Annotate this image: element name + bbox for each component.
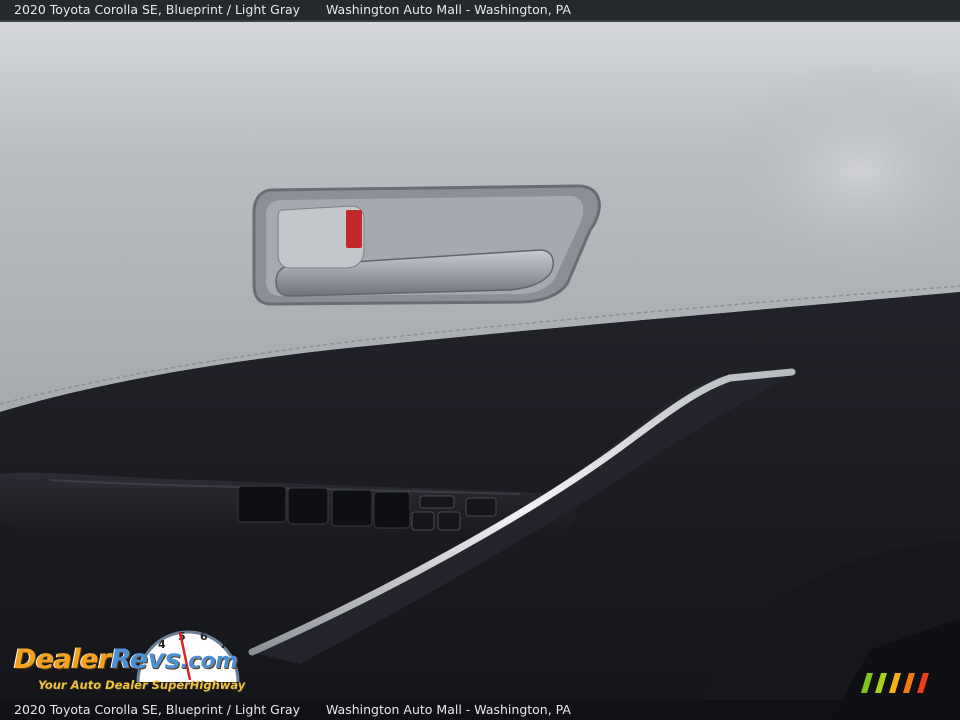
door-panel-photo	[0, 0, 960, 720]
dealer-caption: Washington Auto Mall - Washington, PA	[326, 702, 571, 717]
logo-word-dealer: Dealer	[14, 644, 111, 675]
gauge-digit: 6	[200, 630, 208, 643]
dealer-caption: Washington Auto Mall - Washington, PA	[326, 2, 571, 17]
vehicle-caption: 2020 Toyota Corolla SE, Blueprint / Ligh…	[14, 2, 301, 17]
logo-word-com: .com	[180, 649, 238, 674]
door-handle-assembly	[252, 184, 601, 306]
caption-bar-bottom: 2020 Toyota Corolla SE, Blueprint / Ligh…	[0, 700, 960, 720]
photo-canvas	[0, 0, 960, 720]
dealerrevs-logo: 4 5 6 7 DealerRevs.com Your Auto Dealer …	[10, 624, 270, 696]
logo-word-revs: Revs	[110, 644, 181, 675]
brand-stripes-badge	[861, 673, 929, 693]
logo-wordmark: DealerRevs.com	[14, 644, 238, 675]
vehicle-caption: 2020 Toyota Corolla SE, Blueprint / Ligh…	[14, 702, 301, 717]
lock-indicator-red	[346, 210, 362, 248]
caption-bar-top: 2020 Toyota Corolla SE, Blueprint / Ligh…	[0, 0, 960, 20]
logo-tagline: Your Auto Dealer SuperHighway	[38, 678, 246, 692]
